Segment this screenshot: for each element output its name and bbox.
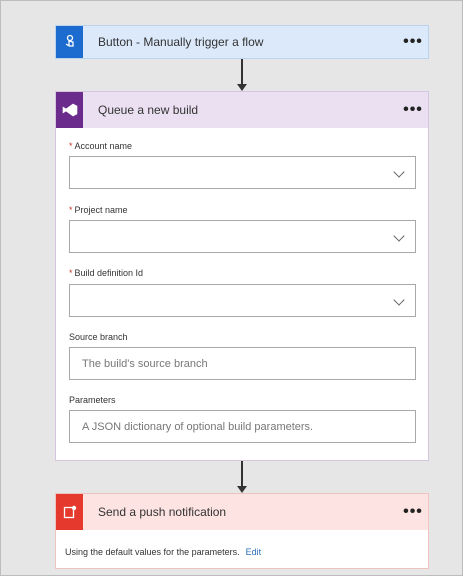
push-notification-icon (56, 494, 83, 530)
touch-icon (56, 26, 83, 58)
push-notification-summary: Using the default values for the paramet… (65, 547, 262, 557)
account-name-label: * Account name (69, 141, 133, 151)
edit-link[interactable]: Edit (246, 547, 262, 557)
queue-build-title: Queue a new build (98, 103, 199, 117)
build-definition-dropdown[interactable] (69, 284, 416, 317)
connector-arrow (241, 59, 243, 85)
parameters-input[interactable]: A JSON dictionary of optional build para… (69, 410, 416, 443)
queue-build-more-button[interactable]: ••• (398, 102, 428, 118)
push-notification-more-button[interactable]: ••• (398, 504, 428, 520)
push-notification-card[interactable]: Send a push notification ••• Using the d… (55, 493, 429, 569)
chevron-down-icon (393, 294, 405, 306)
trigger-more-button[interactable]: ••• (398, 34, 428, 50)
parameters-label: Parameters (69, 395, 116, 405)
queue-build-card[interactable]: Queue a new build ••• * Account name * Pro… (55, 91, 429, 461)
project-name-dropdown[interactable] (69, 220, 416, 253)
build-definition-label: * Build definition Id (69, 268, 144, 278)
trigger-card[interactable]: Button - Manually trigger a flow ••• (55, 25, 429, 59)
connector-arrowhead (237, 84, 247, 91)
parameters-placeholder: A JSON dictionary of optional build para… (82, 421, 314, 433)
push-notification-title: Send a push notification (98, 505, 227, 519)
visual-studio-icon (56, 92, 83, 128)
connector-arrowhead (237, 486, 247, 493)
source-branch-label: Source branch (69, 332, 128, 342)
queue-build-header[interactable]: Queue a new build ••• (56, 92, 428, 128)
chevron-down-icon (393, 166, 405, 178)
trigger-header[interactable]: Button - Manually trigger a flow ••• (56, 26, 428, 58)
chevron-down-icon (393, 230, 405, 242)
connector-arrow (241, 461, 243, 487)
source-branch-input[interactable]: The build's source branch (69, 347, 416, 380)
push-notification-header[interactable]: Send a push notification ••• (56, 494, 428, 530)
flow-canvas: Button - Manually trigger a flow ••• Que… (0, 0, 463, 576)
account-name-dropdown[interactable] (69, 156, 416, 189)
project-name-label: * Project name (69, 205, 128, 215)
trigger-title: Button - Manually trigger a flow (98, 35, 264, 49)
source-branch-placeholder: The build's source branch (82, 358, 208, 370)
